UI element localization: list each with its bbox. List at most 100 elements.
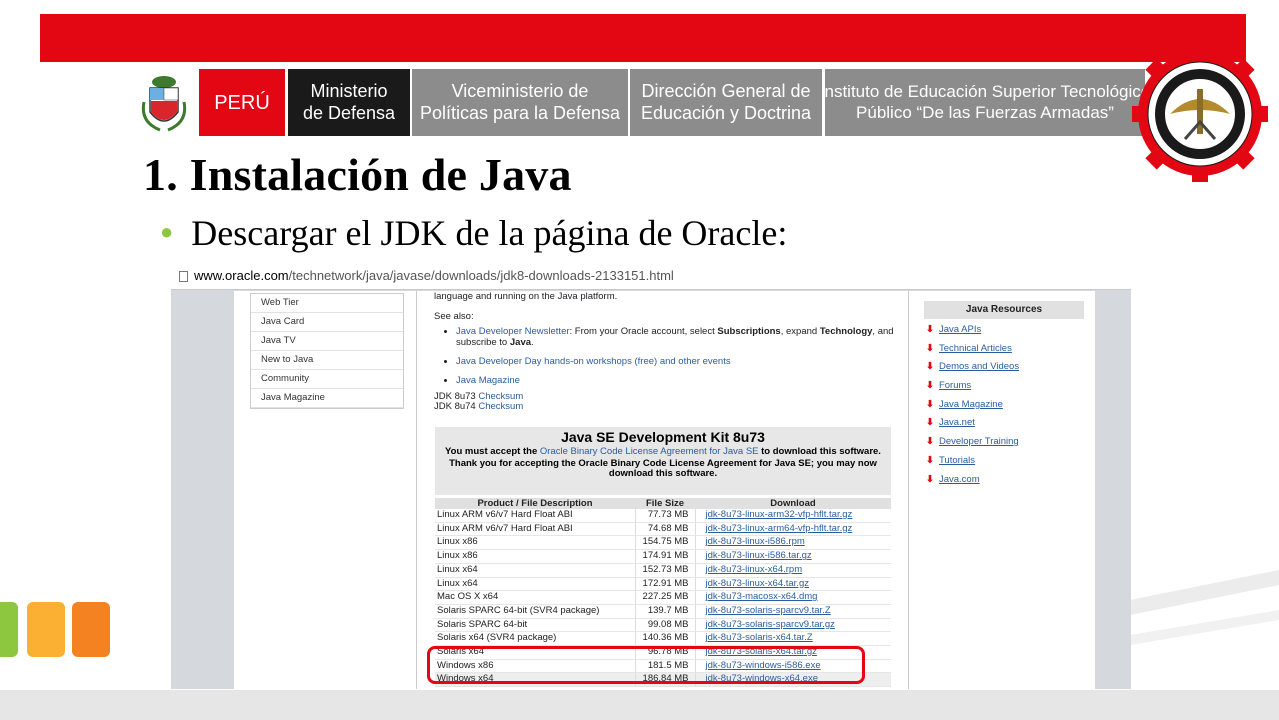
product-cell: Linux x64	[435, 577, 635, 592]
size-cell: 174.91 MB	[634, 549, 696, 564]
resource-link[interactable]: ⬇ Java Magazine	[924, 396, 1084, 415]
instituto-block: Instituto de Educación Superior Tecnológ…	[825, 69, 1145, 136]
download-link[interactable]: jdk-8u73-linux-x64.rpm	[695, 563, 891, 578]
magazine-link[interactable]: Java Magazine	[456, 375, 520, 386]
left-nav-item[interactable]: Community	[251, 370, 403, 389]
page-icon	[179, 271, 188, 283]
product-cell: Linux ARM v6/v7 Hard Float ABI	[435, 509, 635, 523]
download-link[interactable]: jdk-8u73-linux-x64.tar.gz	[695, 577, 891, 592]
decor-square-orange	[72, 602, 110, 657]
size-cell: 152.73 MB	[634, 563, 696, 578]
table-row: Linux ARM v6/v7 Hard Float ABI 77.73 MB jd…	[435, 509, 891, 523]
arrow-down-icon: ⬇	[926, 454, 934, 466]
arrow-down-icon: ⬇	[926, 361, 934, 373]
decor-square-green	[0, 602, 18, 657]
resource-link[interactable]: ⬇ Developer Training	[924, 433, 1084, 452]
viceministerio-line2: Políticas para la Defensa	[419, 102, 621, 123]
decor-square-yellow	[27, 602, 65, 657]
ministerio-line2: de Defensa	[302, 102, 396, 123]
size-cell: 154.75 MB	[634, 535, 696, 551]
devday-link[interactable]: Java Developer Day hands-on workshops (f…	[456, 356, 731, 367]
download-link[interactable]: jdk-8u73-linux-arm32-vfp-hflt.tar.gz	[695, 509, 891, 523]
download-link[interactable]: jdk-8u73-linux-i586.tar.gz	[695, 549, 891, 564]
oracle-page: Web Tier Java Card Java TV New to Java C…	[234, 291, 1095, 689]
institute-seal-icon	[1132, 46, 1268, 182]
left-nav: Web Tier Java Card Java TV New to Java C…	[250, 293, 404, 409]
top-red-bar	[40, 14, 1246, 62]
download-link[interactable]: jdk-8u73-solaris-sparcv9.tar.gz	[695, 618, 891, 633]
direccion-line2: Educación y Doctrina	[640, 102, 812, 123]
left-nav-item[interactable]: Java Card	[251, 313, 403, 332]
arrow-down-icon: ⬇	[926, 473, 934, 485]
list-item: Java Developer Newsletter: From your Ora…	[456, 326, 894, 348]
peru-block: PERÚ	[199, 69, 285, 136]
resource-label: Demos and Videos	[938, 361, 1020, 373]
resources-heading: Java Resources	[924, 301, 1084, 319]
resource-label: Developer Training	[938, 436, 1019, 448]
resource-label: Java APIs	[938, 324, 982, 335]
table-row: Solaris SPARC 64-bit (SVR4 package) 139.7…	[435, 604, 891, 619]
product-cell: Linux x86	[435, 549, 635, 564]
list-item: Java Magazine	[456, 375, 894, 386]
jdk-license-box: Java SE Development Kit 8u73 You must ac…	[435, 427, 891, 495]
resource-link[interactable]: ⬇ Java.com	[924, 471, 1084, 490]
column-header: File Size	[635, 498, 695, 509]
table-row: Linux ARM v6/v7 Hard Float ABI 74.68 MB jd…	[435, 522, 891, 537]
arrow-down-icon: ⬇	[926, 324, 934, 335]
checksum-link[interactable]: Checksum	[478, 401, 523, 412]
resource-link[interactable]: ⬇ Tutorials	[924, 452, 1084, 471]
download-link[interactable]: jdk-8u73-linux-arm64-vfp-hflt.tar.gz	[695, 522, 891, 537]
left-nav-item[interactable]: Java Magazine	[251, 389, 403, 408]
viceministerio-block: Viceministerio de Políticas para la Defe…	[412, 69, 628, 136]
url-host: www.oracle.com	[194, 268, 289, 283]
thanks-text: Thank you for accepting the Oracle Binar…	[449, 458, 877, 479]
product-cell: Solaris x64 (SVR4 package)	[435, 631, 635, 647]
table-row: Linux x86 154.75 MB jdk-8u73-linux-i586.rp…	[435, 535, 891, 551]
resource-link[interactable]: ⬇ Demos and Videos	[924, 358, 1084, 377]
download-link[interactable]: jdk-8u73-solaris-x64.tar.Z	[695, 631, 891, 647]
left-nav-item[interactable]: Java TV	[251, 332, 403, 351]
resource-link[interactable]: ⬇ Java.net	[924, 414, 1084, 433]
download-link[interactable]: jdk-8u73-macosx-x64.dmg	[695, 590, 891, 605]
background-lines	[1130, 570, 1279, 645]
slide-bullet: ● Descargar el JDK de la página de Oracle…	[160, 212, 787, 254]
resource-link[interactable]: ⬇ Forums	[924, 377, 1084, 396]
slide-title: 1. Instalación de Java	[143, 149, 572, 200]
size-cell: 99.08 MB	[634, 618, 696, 633]
ministerio-line1: Ministerio	[310, 80, 388, 101]
windows-highlight-box	[427, 646, 865, 684]
left-nav-item[interactable]: Web Tier	[251, 294, 403, 313]
arrow-down-icon: ⬇	[926, 436, 934, 448]
size-cell: 227.25 MB	[634, 590, 696, 605]
resources-list: ⬇ Java APIs ⬇ Technical Articles ⬇ Demos and …	[924, 321, 1084, 489]
left-nav-item[interactable]: New to Java	[251, 351, 403, 370]
column-header: Download	[695, 498, 891, 509]
product-cell: Solaris SPARC 64-bit (SVR4 package)	[435, 604, 635, 619]
newsletter-link[interactable]: Java Developer Newsletter	[456, 326, 570, 337]
download-link[interactable]: jdk-8u73-solaris-sparcv9.tar.Z	[695, 604, 891, 619]
arrow-down-icon: ⬇	[926, 417, 934, 429]
size-cell: 172.91 MB	[634, 577, 696, 592]
direccion-block: Dirección General de Educación y Doctrin…	[630, 69, 822, 136]
download-link[interactable]: jdk-8u73-linux-i586.rpm	[695, 535, 891, 551]
see-also-label: See also:	[434, 311, 474, 322]
column-divider	[908, 291, 909, 689]
product-cell: Solaris SPARC 64-bit	[435, 618, 635, 633]
background-stripe	[0, 690, 1279, 720]
license-link[interactable]: Oracle Binary Code License Agreement for…	[540, 446, 759, 457]
resource-label: Java Magazine	[938, 398, 1003, 410]
resource-label: Technical Articles	[938, 342, 1012, 354]
resource-label: Forums	[938, 380, 972, 392]
product-cell: Linux ARM v6/v7 Hard Float ABI	[435, 522, 635, 537]
address-bar[interactable]: www.oracle.com/technetwork/java/javase/d…	[171, 265, 1131, 290]
resource-label: Tutorials	[938, 454, 976, 466]
column-header: Product / File Description	[435, 498, 635, 509]
table-row: Linux x64 152.73 MB jdk-8u73-linux-x64.rpm	[435, 563, 891, 578]
resource-label: Java.net	[938, 417, 975, 429]
jdk74-checksum: JDK 8u74 Checksum	[434, 401, 524, 412]
resource-link[interactable]: ⬇ Java APIs	[924, 321, 1084, 340]
resource-link[interactable]: ⬇ Technical Articles	[924, 340, 1084, 359]
table-row: Mac OS X x64 227.25 MB jdk-8u73-macosx-x64…	[435, 590, 891, 605]
product-cell: Linux x86	[435, 535, 635, 551]
product-cell: Mac OS X x64	[435, 590, 635, 605]
